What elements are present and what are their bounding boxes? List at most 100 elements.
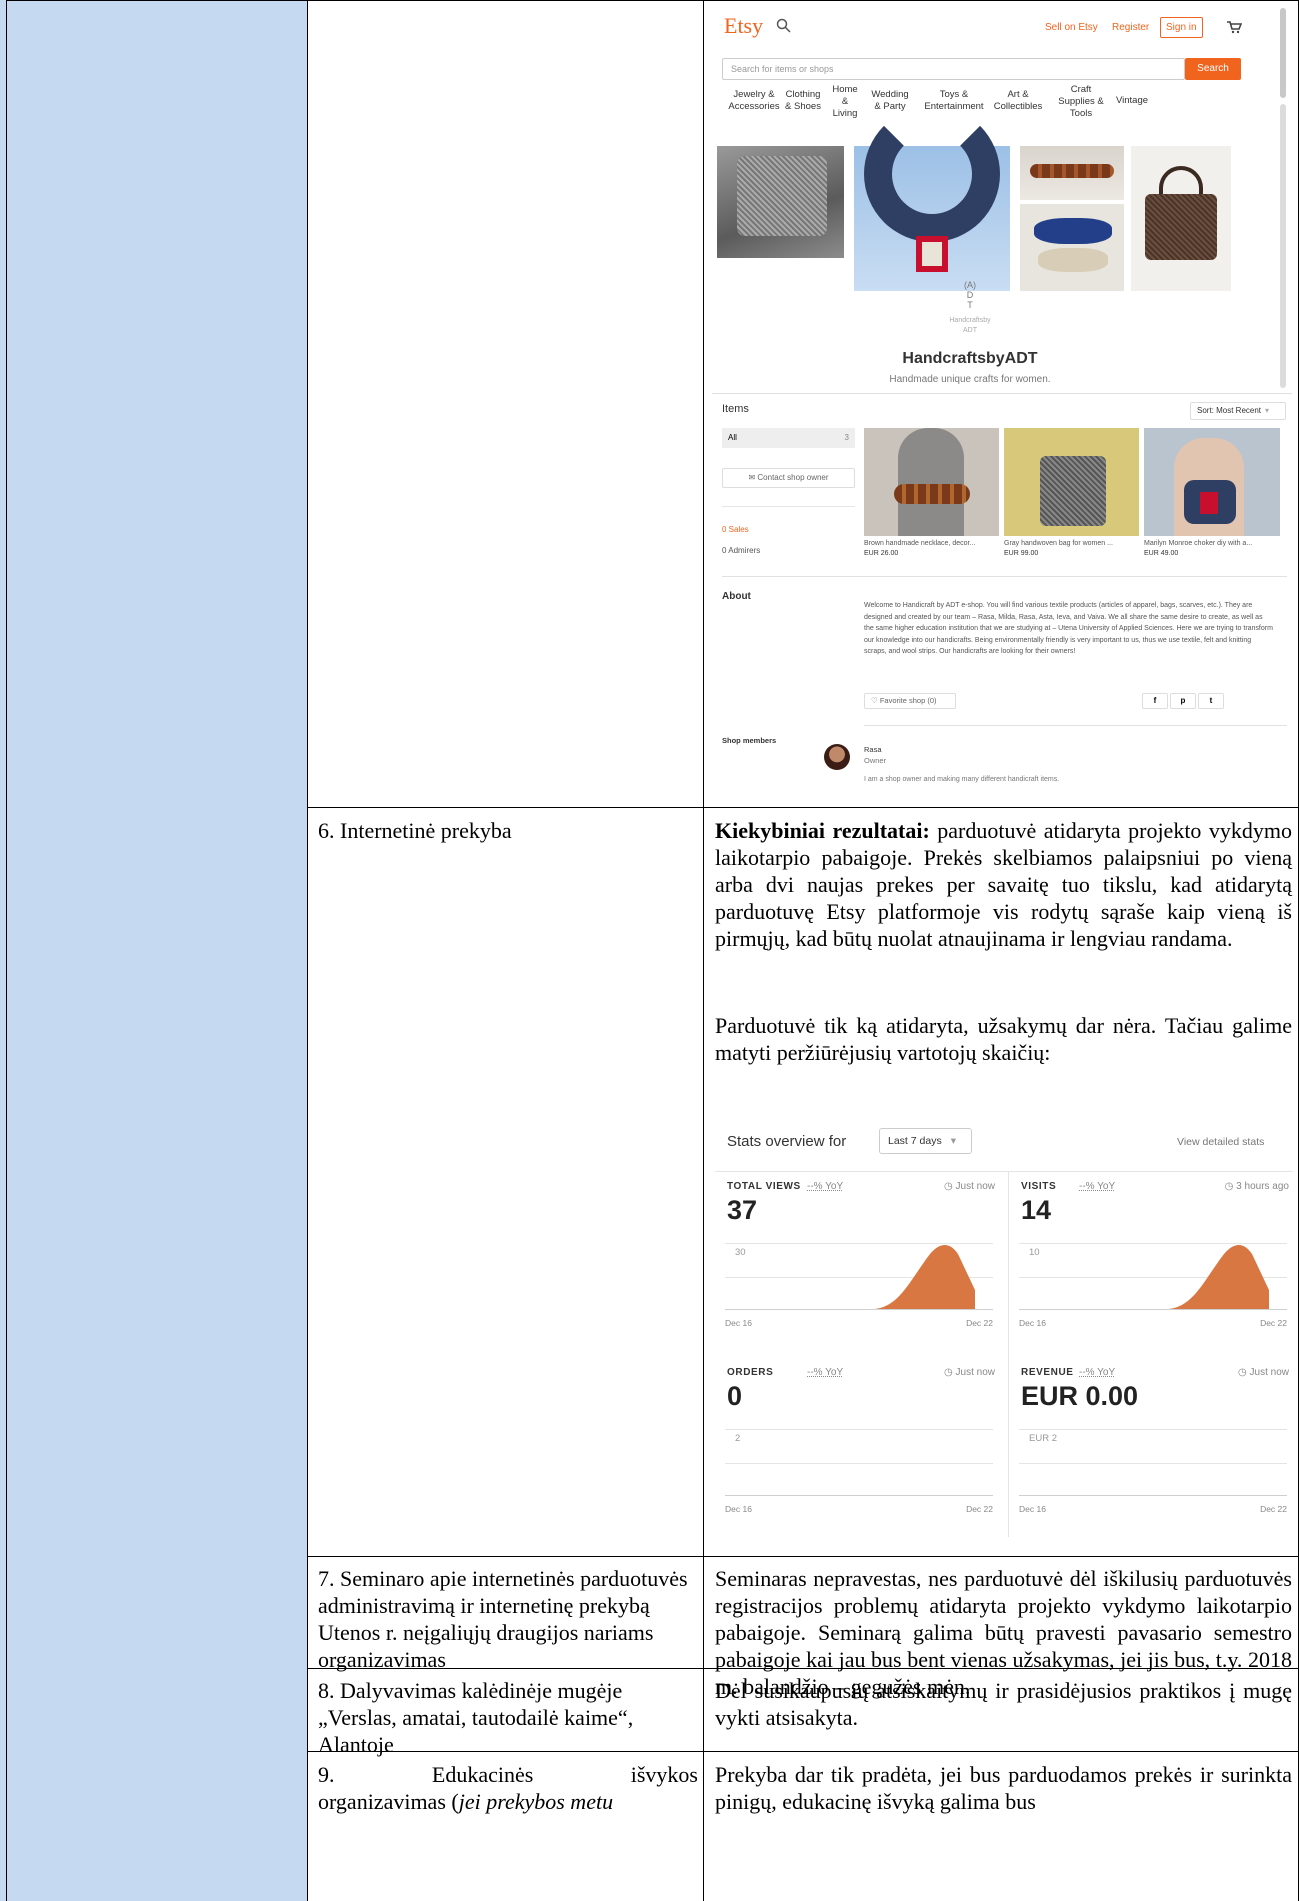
contact-button-label: Contact shop owner <box>757 473 829 482</box>
banner-necklace-image <box>1020 146 1124 200</box>
scrollbar-top[interactable] <box>1280 8 1286 98</box>
gridline <box>1019 1463 1287 1464</box>
search-placeholder: Search for items or shops <box>731 64 834 74</box>
sidebar-divider <box>722 506 855 507</box>
member-bio: I am a shop owner and making many differ… <box>864 776 1060 783</box>
member-name[interactable]: Rasa <box>864 745 882 754</box>
item-title[interactable]: Marilyn Monroe choker diy with a... <box>1144 540 1252 547</box>
clock-icon: ◷ <box>944 1367 956 1378</box>
area-chart <box>875 1245 975 1309</box>
x-axis-end: Dec 22 <box>966 1318 993 1328</box>
etsy-stats-screenshot: Stats overview for Last 7 days ▾ View det… <box>715 1115 1293 1537</box>
favorite-shop-button[interactable]: ♡ Favorite shop (0) <box>864 693 956 709</box>
row6-activity: 6. Internetinė prekyba <box>318 818 512 843</box>
clock-icon: ◷ <box>1224 1181 1237 1192</box>
row6-result-p2: Parduotuvė tik ką atidaryta, užsakymų da… <box>715 1013 1292 1065</box>
table-divider-2 <box>703 0 704 1901</box>
yoy-link[interactable]: --% YoY <box>1079 1181 1115 1192</box>
item-title[interactable]: Brown handmade necklace, decor... <box>864 540 975 547</box>
period-select[interactable]: Last 7 days ▾ <box>879 1128 972 1154</box>
stat-time-text: Just now <box>955 1181 995 1192</box>
item-image-choker[interactable] <box>1144 428 1280 536</box>
view-detailed-stats-link[interactable]: View detailed stats <box>1177 1136 1264 1148</box>
row9-line2-italic: jei prekybos metu <box>458 1789 614 1814</box>
y-axis-tick: 2 <box>735 1433 741 1444</box>
cart-icon[interactable] <box>1226 20 1242 34</box>
yoy-link[interactable]: --% YoY <box>1079 1367 1115 1378</box>
search-button[interactable]: Search <box>1185 58 1241 80</box>
table-top-border <box>6 0 1299 1</box>
item-image-necklace[interactable] <box>864 428 999 536</box>
y-axis-tick: EUR 2 <box>1029 1433 1057 1444</box>
sign-in-button[interactable]: Sign in <box>1160 17 1203 38</box>
about-text: Welcome to Handicraft by ADT e-shop. You… <box>864 602 1273 655</box>
register-link[interactable]: Register <box>1112 22 1149 33</box>
gridline <box>725 1463 993 1464</box>
stat-label: TOTAL VIEWS <box>727 1181 801 1192</box>
search-icon[interactable] <box>776 18 792 34</box>
stat-time: ◷ 3 hours ago <box>1225 1181 1289 1192</box>
item-price: EUR 99.00 <box>1004 550 1039 557</box>
members-divider <box>864 725 1287 726</box>
twitter-icon[interactable]: t <box>1198 693 1224 709</box>
etsy-logo[interactable]: Etsy <box>724 13 763 39</box>
stat-value: 0 <box>727 1381 743 1411</box>
item-price: EUR 26.00 <box>864 550 899 557</box>
stats-panel-visits[interactable]: VISITS --% YoY ◷ 3 hours ago 14 10 Dec 16 Dec … <box>1019 1181 1289 1351</box>
stat-label: VISITS <box>1021 1181 1057 1192</box>
sort-dropdown[interactable]: Sort: Most Recent ▾ <box>1190 402 1286 420</box>
stats-panel-revenue[interactable]: REVENUE --% YoY ◷ Just now EUR 0.00 EUR 2 Dec… <box>1019 1367 1289 1537</box>
contact-shop-owner-button[interactable]: ✉ Contact shop owner <box>722 468 855 488</box>
shop-logo-caption-line: ADT <box>963 327 977 334</box>
stat-value: 37 <box>727 1195 758 1225</box>
section-divider <box>712 393 1292 394</box>
scrollbar-track[interactable] <box>1280 104 1286 388</box>
views-area-series <box>875 1245 975 1309</box>
item-price: EUR 49.00 <box>1144 550 1179 557</box>
row6-result-p1: Kiekybiniai rezultatai: parduotuvė atida… <box>715 817 1292 952</box>
about-divider <box>722 576 1287 577</box>
stat-time-text: Just now <box>955 1367 995 1378</box>
banner-knit-image <box>1020 204 1124 291</box>
row7-activity: 7. Seminaro apie internetinės parduotuvė… <box>318 1566 688 1672</box>
stat-time-text: Just now <box>1249 1367 1289 1378</box>
admirers-count[interactable]: 0 Admirers <box>722 546 760 555</box>
sell-on-etsy-link[interactable]: Sell on Etsy <box>1045 22 1098 33</box>
x-axis-start: Dec 16 <box>1019 1504 1046 1514</box>
yoy-link[interactable]: --% YoY <box>807 1181 843 1192</box>
item-image-gray-bag[interactable] <box>1004 428 1139 536</box>
stat-time-text: 3 hours ago <box>1236 1181 1289 1192</box>
stats-header-divider <box>715 1171 1293 1172</box>
area-chart <box>1169 1245 1269 1309</box>
x-axis-end: Dec 22 <box>966 1504 993 1514</box>
shop-members-heading: Shop members <box>722 736 777 745</box>
filter-all-count: 3 <box>844 433 849 442</box>
yoy-link[interactable]: --% YoY <box>807 1367 843 1378</box>
stat-time: ◷ Just now <box>944 1367 995 1378</box>
search-input[interactable]: Search for items or shops <box>722 58 1185 80</box>
stats-panel-total-views[interactable]: TOTAL VIEWS --% YoY ◷ Just now 37 30 Dec 16 De… <box>725 1181 995 1351</box>
item-title[interactable]: Gray handwoven bag for women ... <box>1004 540 1113 547</box>
row-divider-6 <box>307 807 1299 808</box>
x-axis-end: Dec 22 <box>1260 1504 1287 1514</box>
etsy-shop-screenshot: Etsy Sell on Etsy Register Sign in Searc… <box>712 8 1292 796</box>
filter-all[interactable]: All 3 <box>722 428 855 448</box>
category-item[interactable]: Vintage <box>1082 95 1182 107</box>
left-shaded-column <box>0 0 307 1901</box>
shop-tagline: Handmade unique crafts for women. <box>889 374 1051 385</box>
stats-panel-orders[interactable]: ORDERS --% YoY ◷ Just now 0 2 Dec 16 Dec 22 <box>725 1367 995 1537</box>
avatar[interactable] <box>824 744 850 770</box>
row-divider-7 <box>307 1556 1299 1557</box>
chevron-down-icon: ▾ <box>1265 406 1270 415</box>
shop-logo-caption: Handcraftsby ADT <box>927 316 1013 336</box>
row6-result-bold: Kiekybiniai rezultatai: <box>715 818 930 843</box>
views-area-series <box>1169 1245 1269 1309</box>
facebook-icon[interactable]: f <box>1142 693 1168 709</box>
stat-label: REVENUE <box>1021 1367 1074 1378</box>
sales-count[interactable]: 0 Sales <box>722 525 749 534</box>
favorite-button-label: Favorite shop (0) <box>879 696 937 705</box>
table-divider-1 <box>307 0 308 1901</box>
row9-activity: 9. Edukacinės išvykos organizavimas (jei… <box>318 1761 698 1815</box>
banner-gray-bag-image <box>717 146 844 258</box>
pinterest-icon[interactable]: p <box>1170 693 1196 709</box>
